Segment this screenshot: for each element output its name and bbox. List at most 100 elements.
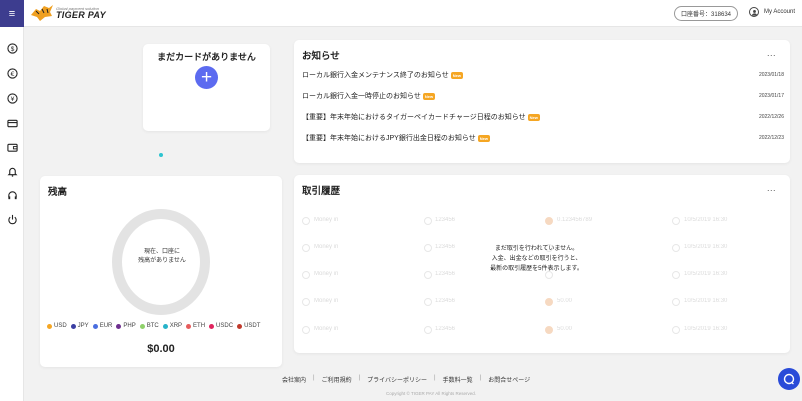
legend-label: USDC [216,323,234,329]
tx-amount: 123456 [435,244,456,250]
euro-icon[interactable]: € [6,67,18,79]
legend-item[interactable]: USDT [237,323,260,329]
currency-icon [424,244,432,252]
footer-link-company[interactable]: 会社案内 [282,375,306,384]
legend-dot [162,323,168,329]
legend-dot [47,323,52,329]
legend-dot [139,323,145,329]
footer-separator: | [313,375,315,381]
legend-item[interactable]: EUR [92,323,112,329]
top-bar: Global payment solution TIGER PAY 口座番号：3… [24,0,802,27]
legend-item[interactable]: BTC [139,323,159,329]
news-more-icon[interactable]: ... [767,48,776,58]
news-item-date: 2022/12/23 [758,135,784,141]
dollar-icon[interactable]: $ [6,42,18,54]
transaction-row[interactable]: Money in 123456 50.00 10/5/2019 16:30 [302,296,780,308]
transaction-row[interactable]: Money in 123456 50.00 10/5/2019 16:30 [302,324,780,336]
legend-dot [186,323,192,329]
footer-separator: | [434,375,436,381]
news-title: お知らせ [302,51,340,62]
balance-total: $0.00 [147,343,175,355]
tx-value: 0.123456789 [557,217,593,223]
transactions-empty-message: まだ取引を行われていません。 入金、出金などの取引を行うと、 最新の取引履歴を5… [479,245,594,275]
coin-icon [545,217,553,225]
legend-dot [92,323,98,329]
news-item[interactable]: ローカル銀行入金メンテナンス終了のお知らせ New 2023/01/18 [302,69,784,81]
balance-title: 残高 [48,187,68,198]
news-item[interactable]: 【重要】年末年始におけるJPY銀行出金日程のお知らせ New 2022/12/23 [302,132,784,144]
money-in-icon [302,298,310,306]
money-in-icon [302,326,310,334]
tx-amount: 123456 [435,271,456,277]
money-in-icon [302,217,310,225]
currency-icon [424,298,432,306]
power-icon[interactable] [6,213,18,225]
account-number-badge[interactable]: 口座番号：318634 [674,6,738,21]
currency-icon [424,271,432,279]
headset-icon[interactable] [6,189,18,201]
clock-icon [672,244,680,252]
new-badge: New [422,92,436,100]
tx-label: Money in [314,244,339,250]
legend-label: USD [54,323,67,329]
news-item[interactable]: 【重要】年末年始におけるタイガーペイカードチャージ日程のお知らせ New 2022… [302,111,784,123]
balance-panel: 残高 現在、口座に 残高がありません USD JPY EUR PHP BTC XRP ETH… [40,176,282,367]
tx-date: 10/5/2019 16:30 [684,217,728,223]
user-icon [749,7,759,17]
footer-link-fees[interactable]: 手数料一覧 [443,375,473,384]
balance-empty-message: 現在、口座に 残高がありません [132,248,192,266]
tx-date: 10/5/2019 16:30 [684,244,728,250]
tx-date: 10/5/2019 16:30 [684,326,728,332]
news-item-title: ローカル銀行入金メンテナンス終了のお知らせ [302,72,449,79]
hamburger-icon[interactable]: ≡ [0,0,24,27]
news-item-title: ローカル銀行入金一時停止のお知らせ [302,93,421,100]
logo[interactable]: Global payment solution TIGER PAY [30,2,106,24]
bell-icon[interactable] [6,165,18,177]
footer-link-terms[interactable]: ご利用規約 [322,375,352,384]
clock-icon [672,217,680,225]
my-account-button[interactable]: My Account [749,7,795,17]
legend-dot [237,323,243,329]
legend-item[interactable]: ETH [186,323,205,329]
transactions-title: 取引履歴 [302,186,341,197]
footer-link-contact[interactable]: お問合せページ [488,375,530,384]
legend-label: JPY [77,323,89,329]
legend-item[interactable]: USD [47,323,67,329]
currency-icon [424,217,432,225]
transaction-row[interactable]: Money in 123456 0.123456789 10/5/2019 16:30 [302,215,780,227]
balance-empty-line: 残高がありません [138,258,186,264]
wallet-icon[interactable] [6,141,18,153]
legend-dot [209,323,215,329]
svg-text:€: € [10,69,14,77]
new-badge: New [477,134,490,142]
news-panel: お知らせ ... ローカル銀行入金メンテナンス終了のお知らせ New 2023/0… [294,40,790,163]
legend-item[interactable]: USDC [209,323,233,329]
new-badge: New [450,71,463,79]
news-item-date: 2022/12/26 [758,114,784,120]
footer-link-privacy[interactable]: プライバシーポリシー [367,375,427,384]
footer-separator: | [358,375,361,381]
coin-icon [545,298,553,306]
sidebar: ≡ $ € ¥ [0,0,24,401]
add-card-button[interactable]: + [195,66,218,89]
transaction-history-panel: 取引履歴 ... Money in 123456 0.123456789 10/5/2… [294,175,790,353]
tx-amount: 123456 [435,326,456,332]
carousel-dot[interactable] [159,153,163,157]
tx-amount: 123456 [435,298,456,304]
transactions-more-icon[interactable]: ... [767,183,776,193]
tx-label: Money in [314,217,339,223]
chat-icon [783,373,795,385]
legend-item[interactable]: PHP [116,323,136,329]
clock-icon [672,326,680,334]
empty-line: まだ取引を行われていません。 [494,246,579,252]
footer-links: 会社案内 | ご利用規約 | プライバシーポリシー | 手数料一覧 | お問合せ… [282,375,530,384]
legend-item[interactable]: XRP [162,323,182,329]
footer-separator: | [479,375,482,381]
legend-item[interactable]: JPY [70,323,89,329]
news-item[interactable]: ローカル銀行入金一時停止のお知らせ New 2023/01/17 [302,90,784,102]
yen-icon[interactable]: ¥ [6,92,18,104]
chat-button[interactable] [778,368,800,390]
money-in-icon [302,244,310,252]
no-card-panel: まだカードがありません + [143,44,270,131]
card-icon[interactable] [6,117,18,129]
